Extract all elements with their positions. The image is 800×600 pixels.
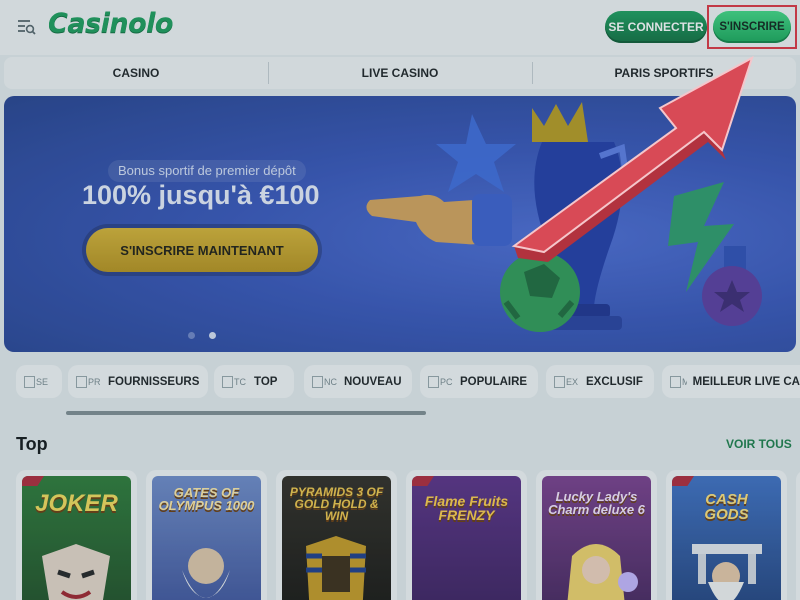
game-card[interactable]: Flame Fruits FRENZY <box>406 470 527 600</box>
game-card[interactable]: PYRAMIDS 3 OF GOLD HOLD & WIN <box>276 470 397 600</box>
game-card[interactable]: JOKER <box>16 470 137 600</box>
broken-image-icon: MI <box>670 375 687 389</box>
game-title: PYRAMIDS 3 OF GOLD HOLD & WIN <box>289 485 384 523</box>
register-button[interactable]: S'INSCRIRE <box>713 11 791 43</box>
broken-image-icon: TC <box>222 375 248 389</box>
main-nav: CASINO LIVE CASINO PARIS SPORTIFS <box>4 57 796 89</box>
god-icon <box>692 544 762 600</box>
broken-image-icon: PC <box>428 375 454 389</box>
pharaoh-icon <box>306 536 366 600</box>
carousel-dot-1[interactable] <box>188 332 195 339</box>
game-thumbnail: Lucky Lady's Charm deluxe 6 <box>542 476 651 600</box>
login-button[interactable]: SE CONNECTER <box>605 11 707 43</box>
game-card[interactable]: CASH GODS <box>666 470 787 600</box>
see-all-link[interactable]: VOIR TOUS <box>726 437 792 451</box>
broken-image-icon: PR <box>76 375 102 389</box>
game-thumbnail: PYRAMIDS 3 OF GOLD HOLD & WIN <box>282 476 391 600</box>
site-header: Casinolo SE CONNECTER S'INSCRIRE <box>0 0 800 55</box>
section-title: Top <box>16 434 48 454</box>
nav-item-sports-betting[interactable]: PARIS SPORTIFS <box>532 62 796 84</box>
category-scrollbar[interactable] <box>66 411 426 415</box>
category-label: POPULAIRE <box>460 375 528 388</box>
category-top[interactable]: TC TOP <box>214 365 294 398</box>
menu-search-icon[interactable] <box>16 17 36 37</box>
carousel-dot-2[interactable] <box>209 332 216 339</box>
category-exclusive[interactable]: EX EXCLUSIF <box>546 365 654 398</box>
site-logo[interactable]: Casinolo <box>48 8 173 39</box>
lady-icon <box>567 544 638 600</box>
category-best-live[interactable]: MI MEILLEUR LIVE CA <box>662 365 800 398</box>
game-title: Lucky Lady's Charm deluxe 6 <box>548 489 645 517</box>
exclusive-ribbon <box>672 476 694 486</box>
game-card[interactable] <box>796 470 800 600</box>
category-search[interactable]: SE <box>16 365 62 398</box>
game-title: GATES OF OLYMPUS 1000 <box>158 485 255 513</box>
category-label: MEILLEUR LIVE CA <box>692 375 800 388</box>
banner-subtitle: Bonus sportif de premier dépôt <box>108 160 306 182</box>
star-icon <box>436 114 516 192</box>
category-label: NOUVEAU <box>344 375 402 388</box>
category-label: FOURNISSEURS <box>108 375 200 388</box>
category-label: EXCLUSIF <box>586 375 643 388</box>
pointing-hand-icon <box>366 194 512 246</box>
game-card[interactable]: Lucky Lady's Charm deluxe 6 <box>536 470 657 600</box>
game-title: CASH GODS <box>704 491 749 523</box>
exclusive-ribbon <box>22 476 44 486</box>
game-card[interactable]: GATES OF OLYMPUS 1000 <box>146 470 267 600</box>
broken-image-icon: EX <box>554 375 580 389</box>
soccer-ball-icon <box>500 252 580 332</box>
category-label: TOP <box>254 375 278 388</box>
promo-banner[interactable]: Bonus sportif de premier dépôt 100% jusq… <box>4 96 796 352</box>
game-title: Flame Fruits FRENZY <box>424 493 509 523</box>
broken-image-icon: SE <box>24 375 50 389</box>
games-row: JOKER GATES OF OLYMPUS 1000 PYRAMIDS 3 O… <box>16 470 800 600</box>
joker-face-icon <box>42 544 110 600</box>
exclusive-ribbon <box>412 476 434 486</box>
crown-icon <box>532 102 588 142</box>
banner-signup-button[interactable]: S'INSCRIRE MAINTENANT <box>86 228 318 272</box>
game-title: JOKER <box>35 490 118 517</box>
game-thumbnail: GATES OF OLYMPUS 1000 <box>152 476 261 600</box>
category-bar: SE PR FOURNISSEURS TC TOP NC NOUVEAU PC … <box>16 365 800 398</box>
game-thumbnail: JOKER <box>22 476 131 600</box>
nav-item-live-casino[interactable]: LIVE CASINO <box>268 62 532 84</box>
category-providers[interactable]: PR FOURNISSEURS <box>68 365 208 398</box>
category-new[interactable]: NC NOUVEAU <box>304 365 412 398</box>
medal-icon <box>702 246 762 326</box>
game-thumbnail: CASH GODS <box>672 476 781 600</box>
banner-artwork <box>366 102 762 332</box>
game-thumbnail: Flame Fruits FRENZY <box>412 476 521 600</box>
banner-title: 100% jusqu'à €100 <box>82 180 320 210</box>
zeus-icon <box>182 548 230 598</box>
broken-image-icon: NC <box>312 375 338 389</box>
nav-item-casino[interactable]: CASINO <box>4 66 268 80</box>
category-popular[interactable]: PC POPULAIRE <box>420 365 538 398</box>
